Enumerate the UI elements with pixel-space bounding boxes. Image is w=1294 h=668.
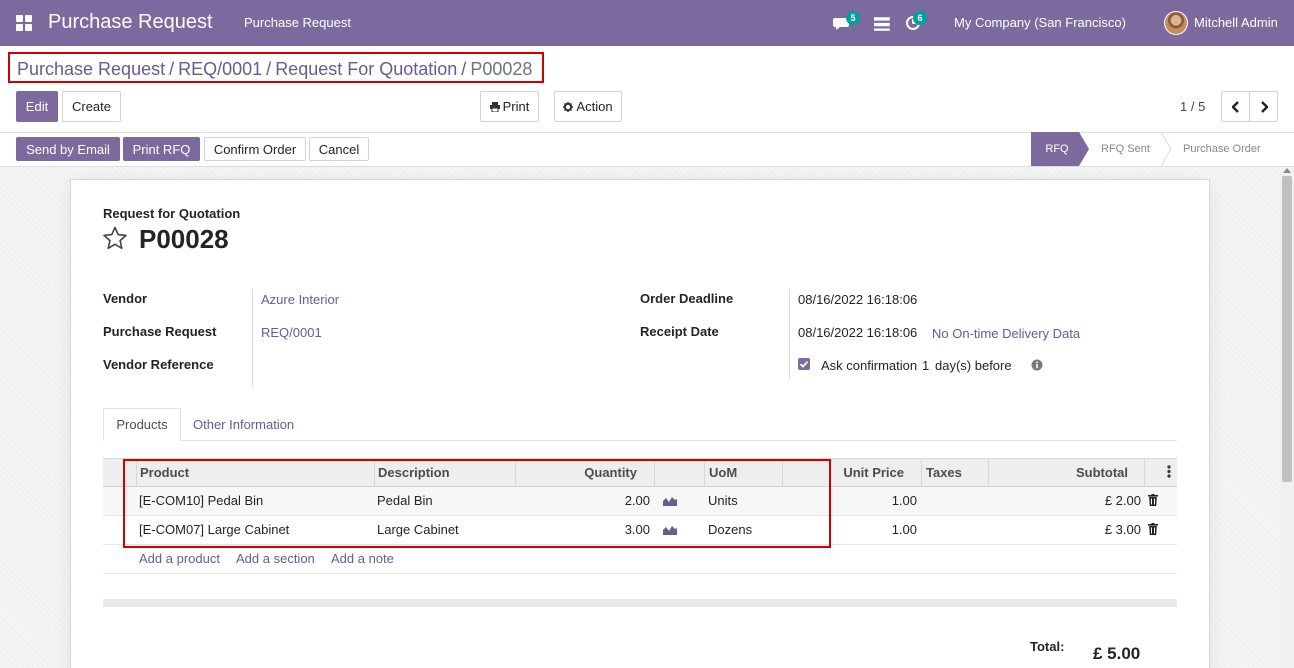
confirm-order-button[interactable]: Confirm Order <box>204 137 306 161</box>
table-bottom-border <box>103 573 1177 574</box>
activity-badge: 6 <box>913 11 927 25</box>
highlight-box <box>123 459 831 548</box>
pager-next-button[interactable] <box>1249 91 1278 122</box>
ask-confirmation-days[interactable]: 1 <box>922 358 929 373</box>
left-group-separator <box>252 289 253 387</box>
row-subtotal: £ 3.00 <box>1104 522 1141 537</box>
user-menu[interactable]: Mitchell Admin <box>1194 15 1278 30</box>
add-note-link[interactable]: Add a note <box>331 551 394 566</box>
chat-badge: 5 <box>846 11 860 25</box>
ask-confirmation-label: Ask confirmation <box>821 358 918 373</box>
activity-list-icon[interactable] <box>874 15 892 33</box>
pager-previous-button[interactable] <box>1221 91 1250 122</box>
tab-other-information[interactable]: Other Information <box>193 417 294 432</box>
tab-products[interactable]: Products <box>103 408 181 441</box>
breadcrumb: Purchase Request / REQ/0001/Request For Qu… <box>8 52 544 83</box>
statusbar-top-border <box>0 132 1294 133</box>
trash-icon[interactable] <box>1148 523 1158 535</box>
order-deadline-field[interactable]: 08/16/2022 16:18:06 <box>798 292 917 307</box>
create-button[interactable]: Create <box>62 91 121 122</box>
total-value: £ 5.00 <box>1093 644 1141 663</box>
header-divider <box>1144 459 1145 486</box>
document-name: P00028 <box>139 224 229 254</box>
gear-icon <box>563 101 574 112</box>
breadcrumb-current: P00028 <box>470 59 533 79</box>
receipt-date-label: Receipt Date <box>640 324 719 339</box>
header-divider <box>921 459 922 486</box>
total-label: Total: <box>1030 639 1065 654</box>
pager-value[interactable]: 1 / 5 <box>1180 99 1205 114</box>
trash-icon[interactable] <box>1148 494 1158 506</box>
column-taxes[interactable]: Taxes <box>926 465 962 480</box>
receipt-date-field[interactable]: 08/16/2022 16:18:06 <box>798 325 917 340</box>
action-label: Action <box>576 99 613 114</box>
scroll-up-arrow[interactable] <box>1283 168 1291 173</box>
vendor-reference-label: Vendor Reference <box>103 357 214 372</box>
print-menu-button[interactable]: Print <box>480 91 539 122</box>
action-menu-button[interactable]: Action <box>554 91 622 122</box>
add-section-link[interactable]: Add a section <box>236 551 315 566</box>
tabs-border <box>103 440 1177 441</box>
user-avatar[interactable] <box>1164 11 1188 35</box>
breadcrumb-rfq[interactable]: Request For Quotation <box>275 59 457 79</box>
purchase-request-label: Purchase Request <box>103 324 217 339</box>
stage-rfq[interactable]: RFQ <box>1031 132 1079 166</box>
send-by-email-button[interactable]: Send by Email <box>16 137 120 161</box>
stage-rfq-sent[interactable]: RFQ Sent <box>1101 132 1150 166</box>
ask-confirmation-suffix: day(s) before <box>935 358 1012 373</box>
optional-columns-icon[interactable] <box>1167 465 1171 478</box>
vendor-label: Vendor <box>103 291 148 306</box>
vendor-reference-field[interactable] <box>261 358 561 374</box>
checkmark-icon <box>799 360 809 368</box>
column-subtotal[interactable]: Subtotal <box>995 465 1128 480</box>
chevron-left-icon <box>1231 100 1239 113</box>
company-switcher[interactable]: My Company (San Francisco) <box>954 15 1126 30</box>
document-type-label: Request for Quotation <box>103 206 241 221</box>
breadcrumb-purchase-request[interactable]: Purchase Request <box>17 59 165 79</box>
add-product-link[interactable]: Add a product <box>139 551 220 566</box>
breadcrumb-req[interactable]: REQ/0001 <box>178 59 262 79</box>
apps-menu-icon[interactable] <box>16 15 32 31</box>
app-title[interactable]: Purchase Request <box>48 11 213 34</box>
info-icon[interactable] <box>1031 359 1043 371</box>
chevron-right-icon <box>1260 100 1268 113</box>
menu-item-purchase-request[interactable]: Purchase Request <box>244 15 351 30</box>
ask-confirmation-checkbox[interactable] <box>798 358 810 370</box>
stage-purchase-order[interactable]: Purchase Order <box>1183 132 1261 166</box>
purchase-request-field[interactable]: REQ/0001 <box>261 325 322 340</box>
scrollbar-thumb[interactable] <box>1282 176 1292 482</box>
stage-rfq-arrow <box>1079 132 1089 166</box>
print-label: Print <box>502 99 530 114</box>
row-subtotal: £ 2.00 <box>1104 493 1141 508</box>
printer-icon <box>489 101 500 112</box>
cancel-button[interactable]: Cancel <box>309 137 369 161</box>
star-icon[interactable] <box>102 226 128 250</box>
top-navbar: Purchase Request Purchase Request 5 6 My… <box>0 0 1294 46</box>
vendor-field[interactable]: Azure Interior <box>261 292 339 307</box>
stage-separator <box>1160 132 1172 166</box>
edit-button[interactable]: Edit <box>16 91 58 122</box>
header-divider <box>988 459 989 486</box>
on-time-delivery-link[interactable]: No On-time Delivery Data <box>932 326 1080 341</box>
right-group-separator <box>789 289 790 379</box>
order-deadline-label: Order Deadline <box>640 291 734 306</box>
section-divider <box>103 599 1177 607</box>
print-rfq-button[interactable]: Print RFQ <box>123 137 200 161</box>
